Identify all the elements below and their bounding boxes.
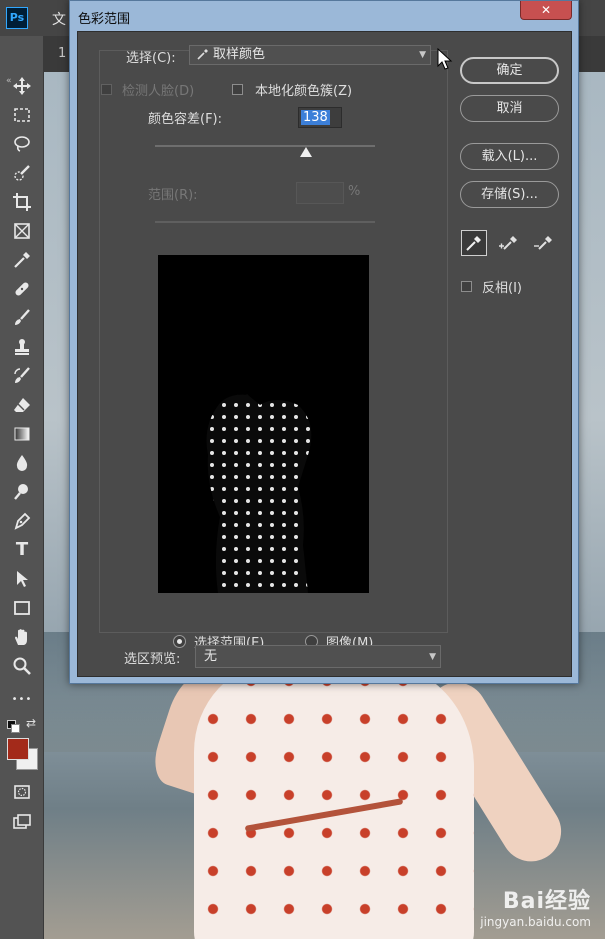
eyedropper-icon[interactable] (461, 230, 487, 256)
range-unit: % (348, 184, 361, 199)
default-colors-icon[interactable] (7, 720, 20, 733)
swap-colors-icon[interactable]: ⇄ (26, 716, 36, 730)
crop-icon[interactable] (8, 190, 36, 214)
eyedropper-small-icon (197, 48, 209, 66)
dodge-icon[interactable] (8, 480, 36, 504)
gradient-icon[interactable] (8, 422, 36, 446)
photo-polka-dress (194, 662, 474, 939)
photoshop-window: Ps 文 1 « T ••• ⇄ Bai经验 jingyan.baidu.com… (0, 0, 605, 939)
select-label: 选择(C): (126, 51, 176, 66)
fuzziness-slider[interactable] (155, 145, 375, 147)
detect-faces-checkbox[interactable] (101, 84, 112, 95)
selection-preview-value: 无 (204, 649, 218, 664)
watermark-url: jingyan.baidu.com (480, 915, 591, 929)
pen-icon[interactable] (8, 509, 36, 533)
mouse-pointer-icon (437, 48, 453, 70)
eyedropper-minus-icon[interactable] (531, 230, 557, 256)
lasso-icon[interactable] (8, 132, 36, 156)
color-range-dialog: 色彩范围 ✕ 选择(C): 取样颜色 ▼ 检测人脸(D) 本地化颜色簇(Z) 颜… (69, 0, 579, 684)
range-label: 范围(R): (148, 188, 198, 203)
close-icon[interactable]: ✕ (520, 1, 572, 20)
hand-icon[interactable] (8, 625, 36, 649)
dialog-body: 选择(C): 取样颜色 ▼ 检测人脸(D) 本地化颜色簇(Z) 颜色容差(F):… (77, 31, 572, 677)
selection-preview-image[interactable] (158, 255, 369, 593)
path-select-icon[interactable] (8, 567, 36, 591)
more-icon[interactable]: ••• (8, 688, 36, 712)
quick-select-icon[interactable] (8, 161, 36, 185)
select-value: 取样颜色 (213, 47, 266, 62)
quick-mask-icon[interactable] (8, 780, 36, 804)
save-button[interactable]: 存储(S)... (460, 181, 559, 208)
localized-clusters-label: 本地化颜色簇(Z) (255, 84, 353, 99)
foreground-color-swatch[interactable] (7, 738, 29, 760)
cancel-button[interactable]: 取消 (460, 95, 559, 122)
select-dropdown[interactable]: 取样颜色 ▼ (189, 45, 431, 65)
selection-preview-dropdown[interactable]: 无 ▼ (195, 645, 441, 668)
chevron-down-icon: ▼ (419, 50, 426, 60)
baidu-logo: Bai经验 (502, 889, 591, 914)
stamp-icon[interactable] (8, 335, 36, 359)
brush-icon[interactable] (8, 306, 36, 330)
radio-selection[interactable] (173, 635, 186, 648)
screen-mode-icon[interactable] (8, 810, 36, 834)
history-brush-icon[interactable] (8, 364, 36, 388)
frame-icon[interactable] (8, 219, 36, 243)
fuzziness-label: 颜色容差(F): (148, 112, 223, 127)
baidu-watermark: Bai经验 jingyan.baidu.com (480, 883, 591, 929)
fuzziness-input[interactable]: 138 (298, 107, 342, 128)
blur-icon[interactable] (8, 451, 36, 475)
dialog-title: 色彩范围 (78, 12, 131, 27)
settings-group: 选择(C): 取样颜色 ▼ 检测人脸(D) 本地化颜色簇(Z) 颜色容差(F):… (99, 45, 448, 651)
photoshop-logo: Ps (6, 7, 28, 29)
invert-checkbox[interactable] (461, 281, 472, 292)
chevron-down-icon: ▼ (429, 652, 436, 662)
preview-mask (206, 394, 312, 593)
range-slider[interactable] (155, 221, 375, 223)
eyedropper-plus-icon[interactable] (496, 230, 522, 256)
ok-button[interactable]: 确定 (460, 57, 559, 84)
marquee-icon[interactable] (8, 103, 36, 127)
eyedropper-icon[interactable] (8, 248, 36, 272)
detect-faces-label: 检测人脸(D) (122, 84, 195, 99)
localized-clusters-checkbox[interactable] (232, 84, 243, 95)
healing-icon[interactable] (8, 277, 36, 301)
selection-preview-label: 选区预览: (124, 652, 181, 667)
load-button[interactable]: 载入(L)... (460, 143, 559, 170)
rectangle-icon[interactable] (8, 596, 36, 620)
invert-label: 反相(I) (482, 281, 522, 296)
range-input[interactable] (296, 182, 344, 204)
eraser-icon[interactable] (8, 393, 36, 417)
fuzziness-slider-thumb[interactable] (300, 147, 312, 157)
document-tab[interactable]: 1 (58, 46, 66, 61)
move-icon[interactable] (8, 74, 36, 98)
fuzziness-value: 138 (301, 110, 330, 125)
zoom-icon[interactable] (8, 654, 36, 678)
type-icon[interactable]: T (8, 538, 36, 562)
menu-file[interactable]: 文 (52, 9, 66, 29)
